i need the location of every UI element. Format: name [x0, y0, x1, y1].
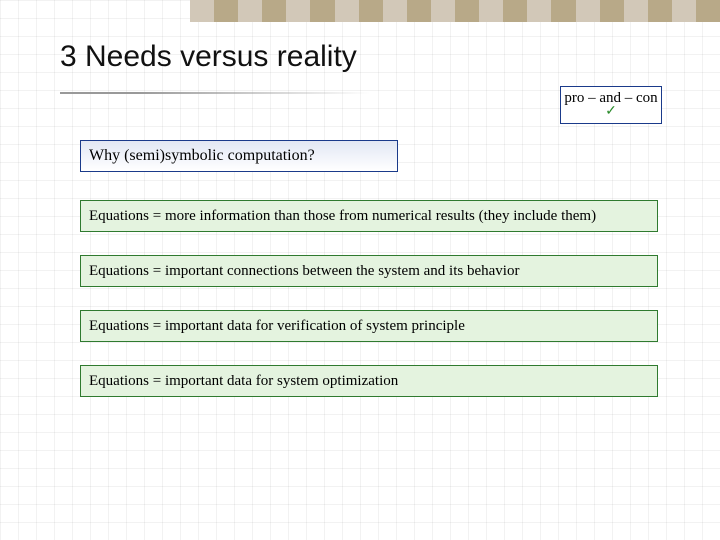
top-accent-bar: [190, 0, 720, 22]
point-item: Equations = important connections betwee…: [80, 255, 658, 287]
question-box: Why (semi)symbolic computation?: [80, 140, 398, 172]
point-item: Equations = important data for system op…: [80, 365, 658, 397]
slide: 3 Needs versus reality pro – and – con ✓…: [0, 0, 720, 540]
point-item: Equations = more information than those …: [80, 200, 658, 232]
title-underline: [60, 92, 370, 94]
slide-title: 3 Needs versus reality: [60, 40, 357, 74]
check-icon: ✓: [561, 105, 661, 119]
pro-con-box: pro – and – con ✓: [560, 86, 662, 124]
point-item: Equations = important data for verificat…: [80, 310, 658, 342]
